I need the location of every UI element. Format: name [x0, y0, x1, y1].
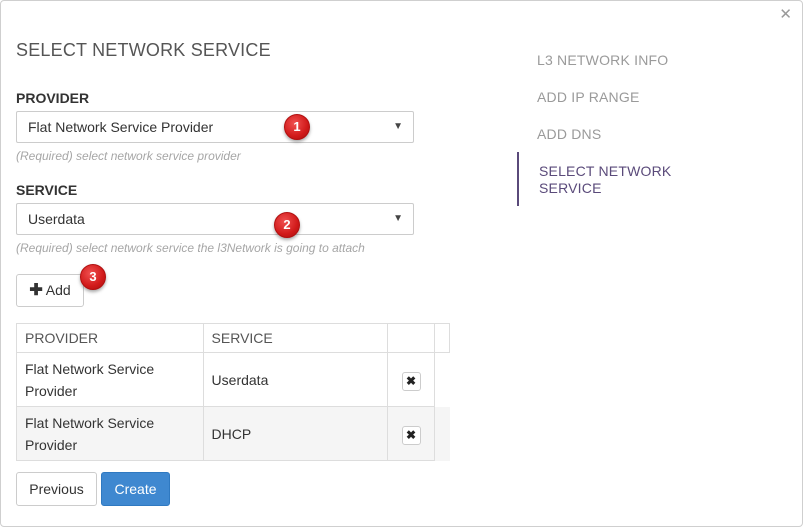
step-select-network-service[interactable]: SELECT NETWORK SERVICE	[539, 163, 699, 197]
service-label: SERVICE	[16, 182, 78, 198]
page-title: SELECT NETWORK SERVICE	[16, 40, 271, 60]
table-cell-service: Userdata	[202, 352, 389, 407]
service-select-value: Userdata	[28, 211, 85, 227]
table-cell-spacer	[434, 352, 450, 407]
provider-help-text: (Required) select network service provid…	[16, 149, 241, 163]
table-row: Flat Network Service Provider Userdata ✖	[16, 352, 450, 407]
active-step-indicator	[517, 152, 519, 206]
table-cell-spacer	[434, 406, 450, 461]
step-l3-network-info[interactable]: L3 NETWORK INFO	[537, 52, 668, 68]
create-button[interactable]: Create	[101, 472, 170, 506]
table-row: Flat Network Service Provider DHCP ✖	[16, 406, 450, 461]
select-network-service-dialog: ✕ SELECT NETWORK SERVICE PROVIDER Flat N…	[0, 0, 803, 527]
provider-select[interactable]: Flat Network Service Provider ▼	[16, 111, 414, 143]
column-header-service: SERVICE	[202, 323, 389, 353]
remove-row-button[interactable]: ✖	[401, 425, 421, 445]
provider-label: PROVIDER	[16, 90, 90, 106]
close-icon: ✖	[405, 373, 417, 388]
annotation-marker-2: 2	[274, 212, 300, 238]
annotation-marker-3: 3	[80, 264, 106, 290]
plus-icon: ✚	[29, 282, 43, 299]
table-cell-actions: ✖	[387, 406, 435, 461]
remove-row-button[interactable]: ✖	[401, 371, 421, 391]
chevron-down-icon: ▼	[393, 121, 403, 132]
annotation-marker-1: 1	[284, 114, 310, 140]
chevron-down-icon: ▼	[393, 213, 403, 224]
close-icon[interactable]: ✕	[779, 7, 792, 23]
network-services-table: PROVIDER SERVICE Flat Network Service Pr…	[16, 323, 451, 461]
provider-select-value: Flat Network Service Provider	[28, 119, 214, 135]
step-add-dns[interactable]: ADD DNS	[537, 126, 601, 142]
column-header-provider: PROVIDER	[16, 323, 204, 353]
table-cell-provider: Flat Network Service Provider	[16, 406, 204, 461]
add-button[interactable]: ✚ Add	[16, 274, 84, 307]
table-cell-actions: ✖	[387, 352, 435, 407]
add-button-label: Add	[45, 282, 71, 298]
close-icon: ✖	[405, 427, 417, 442]
service-help-text: (Required) select network service the l3…	[16, 241, 365, 255]
step-add-ip-range[interactable]: ADD IP RANGE	[537, 89, 640, 105]
service-select[interactable]: Userdata ▼	[16, 203, 414, 235]
previous-button[interactable]: Previous	[16, 472, 97, 506]
table-cell-provider: Flat Network Service Provider	[16, 352, 204, 407]
column-header-spacer	[433, 323, 451, 353]
table-header-row: PROVIDER SERVICE	[16, 323, 451, 353]
column-header-actions	[387, 323, 435, 353]
table-cell-service: DHCP	[202, 406, 389, 461]
